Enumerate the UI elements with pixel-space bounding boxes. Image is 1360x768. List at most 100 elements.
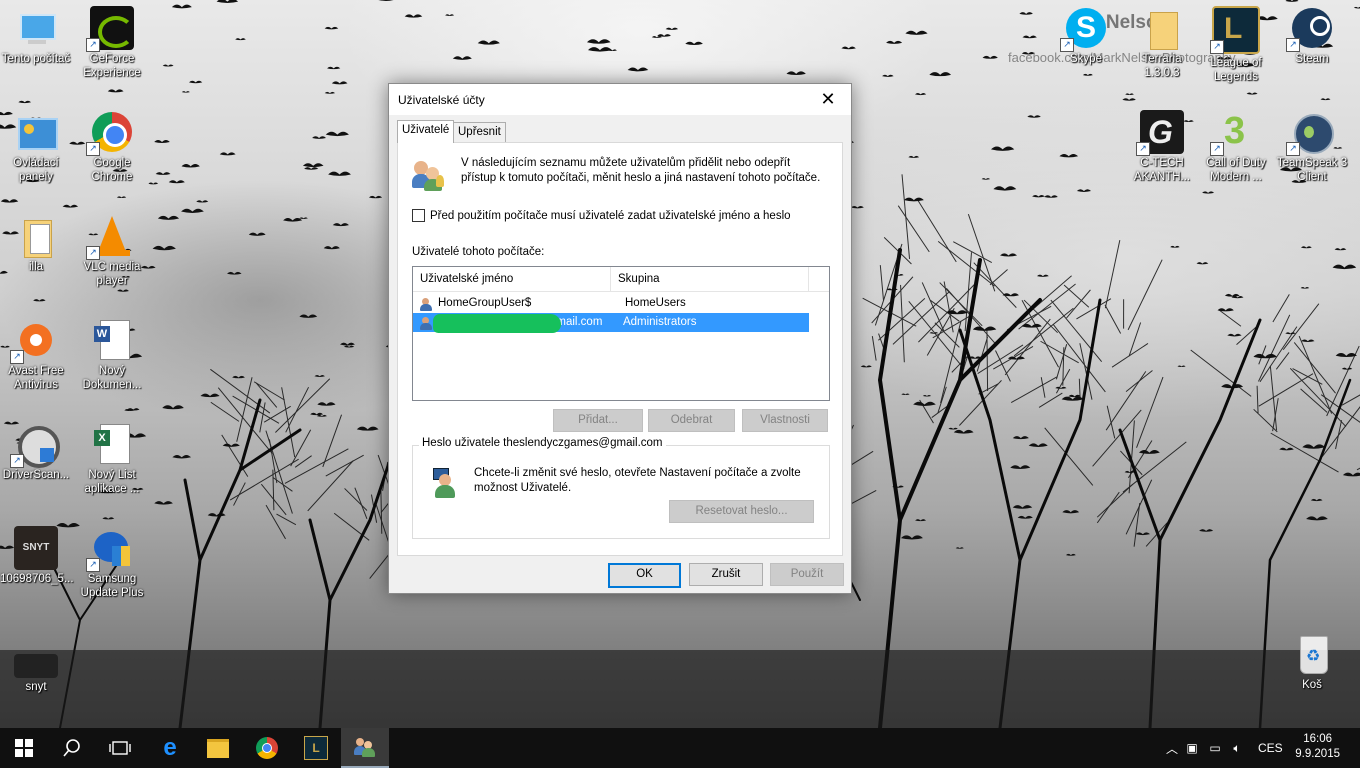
taskbar-user-accounts[interactable] [341, 728, 389, 768]
desktop-icon-this-pc[interactable]: Tento počítač [0, 0, 72, 66]
desktop-icon-excel-sheet[interactable]: X Nový List aplikace ... [76, 416, 148, 496]
taskbar-file-explorer[interactable] [194, 728, 242, 768]
tree-twig [380, 486, 383, 534]
tree-twig [1076, 298, 1112, 320]
close-icon[interactable]: ✕ [805, 84, 851, 115]
icon-label: C-TECH AKANTH... [1133, 157, 1191, 183]
desktop-icon-word-doc[interactable]: W Nový Dokumen... [76, 312, 148, 392]
system-tray: ︿ ▣ ▭ 🔈︎ CES [1164, 728, 1283, 768]
tree-twig [937, 241, 995, 287]
add-user-button[interactable]: Přidat... [553, 409, 643, 432]
tree-twig [897, 205, 930, 253]
nvidia-icon: ↗ [86, 6, 134, 52]
taskbar-edge[interactable]: e [146, 728, 194, 768]
taskbar-league[interactable]: L [292, 728, 340, 768]
tree-twig [917, 199, 957, 263]
tab-advanced[interactable]: Upřesnit [453, 122, 506, 142]
password-groupbox: Heslo uživatele theslendyczgames@gmail.c… [412, 437, 830, 539]
require-password-option[interactable]: Před použitím počítače musí uživatelé za… [412, 209, 791, 222]
icon-label: League of Legends [1210, 57, 1262, 83]
cancel-button[interactable]: Zrušit [689, 563, 763, 586]
taskbar-chrome[interactable] [243, 728, 291, 768]
icon-label: Nový List aplikace ... [84, 469, 140, 495]
league-icon: L [304, 736, 328, 760]
desktop-icon-steam[interactable]: ↗ Steam [1276, 0, 1348, 66]
table-row-selected[interactable]: gmail.com Administrators [413, 313, 809, 333]
tree-twig [307, 460, 354, 512]
remove-user-button[interactable]: Odebrat [648, 409, 735, 432]
icon-label: snyt [25, 681, 47, 693]
desktop-icon-folder[interactable]: illa [0, 208, 72, 274]
tree-twig [1258, 345, 1267, 365]
clock[interactable]: 16:06 9.9.2015 [1295, 732, 1340, 762]
tree-twig [1010, 376, 1058, 404]
desktop-icon-skype[interactable]: S ↗ Skype [1050, 0, 1122, 66]
excel-sheet-icon: X [90, 422, 134, 466]
image-file-icon [14, 654, 58, 678]
users-listview[interactable]: Uživatelské jméno Skupina HomeGroupUser$… [412, 266, 830, 401]
tree-twig [1269, 365, 1278, 431]
tree-twig [1038, 392, 1063, 408]
desktop-icon-snyt[interactable]: snyt [0, 640, 72, 694]
properties-button[interactable]: Vlastnosti [742, 409, 828, 432]
desktop-icon-chrome[interactable]: ↗ Google Chrome [76, 104, 148, 184]
desktop-icon-league[interactable]: L ↗ League of Legends [1200, 0, 1272, 84]
desktop-icon-cod[interactable]: 3 ↗ Call of Duty Modern ... [1200, 104, 1272, 184]
row-username: HomeGroupUser$ [413, 294, 618, 313]
desktop-icon-image-file[interactable]: SNYT 10698706_5... [0, 520, 74, 586]
chevron-up-icon[interactable]: ︿ [1164, 740, 1180, 757]
desktop-icon-ctech[interactable]: G ↗ C-TECH AKANTH... [1126, 104, 1198, 184]
desktop-icon-terraria[interactable]: Terraria 1.3.0.3 [1126, 0, 1198, 80]
tree-twig [871, 336, 877, 361]
tree-twig [354, 487, 368, 519]
volume-icon[interactable]: 🔈︎ [1226, 741, 1248, 756]
recycle-bin-icon: ♻ [1290, 632, 1334, 676]
tree-twig [294, 455, 312, 468]
tree-twig [973, 262, 1017, 308]
desktop-icon-control-panel[interactable]: Ovládací panely [0, 104, 72, 184]
desktop-icon-samsung-update[interactable]: ↗ Samsung Update Plus [76, 520, 148, 600]
tree-twig [871, 276, 914, 324]
language-indicator[interactable]: CES [1258, 741, 1283, 755]
desktop-icon-geforce[interactable]: ↗ GeForce Experience [76, 0, 148, 80]
desktop-icon-avast[interactable]: ↗ Avast Free Antivirus [0, 312, 72, 392]
samsung-update-icon: ↗ [86, 526, 134, 572]
start-button[interactable] [0, 728, 48, 768]
folder-icon [14, 214, 58, 258]
tree-twig [1133, 503, 1141, 547]
users-icon [354, 737, 376, 757]
chrome-icon: ↗ [86, 110, 134, 156]
apply-button[interactable]: Použít [770, 563, 844, 586]
users-list-label: Uživatelé tohoto počítače: [412, 246, 545, 258]
require-password-checkbox[interactable] [412, 209, 425, 222]
tree-twig [275, 378, 331, 433]
ok-button[interactable]: OK [608, 563, 681, 588]
column-header-group[interactable]: Skupina [611, 267, 809, 291]
icon-label: VLC media player [83, 261, 141, 287]
desktop-icon-driverscanner[interactable]: ↗ DriverScan... [0, 416, 72, 482]
desktop-icon-recycle-bin[interactable]: ♻ Koš [1276, 626, 1348, 692]
tree-twig [1104, 304, 1122, 334]
tree-twig [276, 513, 297, 526]
ctech-icon: G ↗ [1136, 110, 1184, 156]
user-icon [420, 297, 434, 311]
tab-users[interactable]: Uživatelé [397, 120, 455, 143]
listview-header: Uživatelské jméno Skupina [413, 267, 829, 292]
table-row[interactable]: HomeGroupUser$ HomeUsers [413, 294, 829, 313]
tree-twig [1256, 385, 1259, 414]
shortcut-arrow-icon: ↗ [1286, 38, 1300, 52]
search-button[interactable] [48, 728, 96, 768]
task-view-button[interactable] [96, 728, 144, 768]
taskbar: e L ︿ ▣ ▭ 🔈︎ CES 16:06 9.9.2015 [0, 728, 1360, 768]
desktop-icon-teamspeak[interactable]: ↗ TeamSpeak 3 Client [1276, 104, 1348, 184]
action-center-icon[interactable]: ▭ [1204, 741, 1226, 755]
driverscanner-icon: ↗ [10, 422, 60, 468]
shortcut-arrow-icon: ↗ [1210, 142, 1224, 156]
icon-label: Call of Duty Modern ... [1206, 157, 1266, 183]
column-header-username[interactable]: Uživatelské jméno [413, 267, 611, 291]
network-icon[interactable]: ▣ [1180, 741, 1204, 755]
desktop-icon-vlc[interactable]: ↗ VLC media player [76, 208, 148, 288]
reset-password-button[interactable]: Resetovat heslo... [669, 500, 814, 523]
dialog-titlebar[interactable]: Uživatelské účty ✕ [389, 84, 851, 115]
control-panel-icon [14, 110, 58, 154]
